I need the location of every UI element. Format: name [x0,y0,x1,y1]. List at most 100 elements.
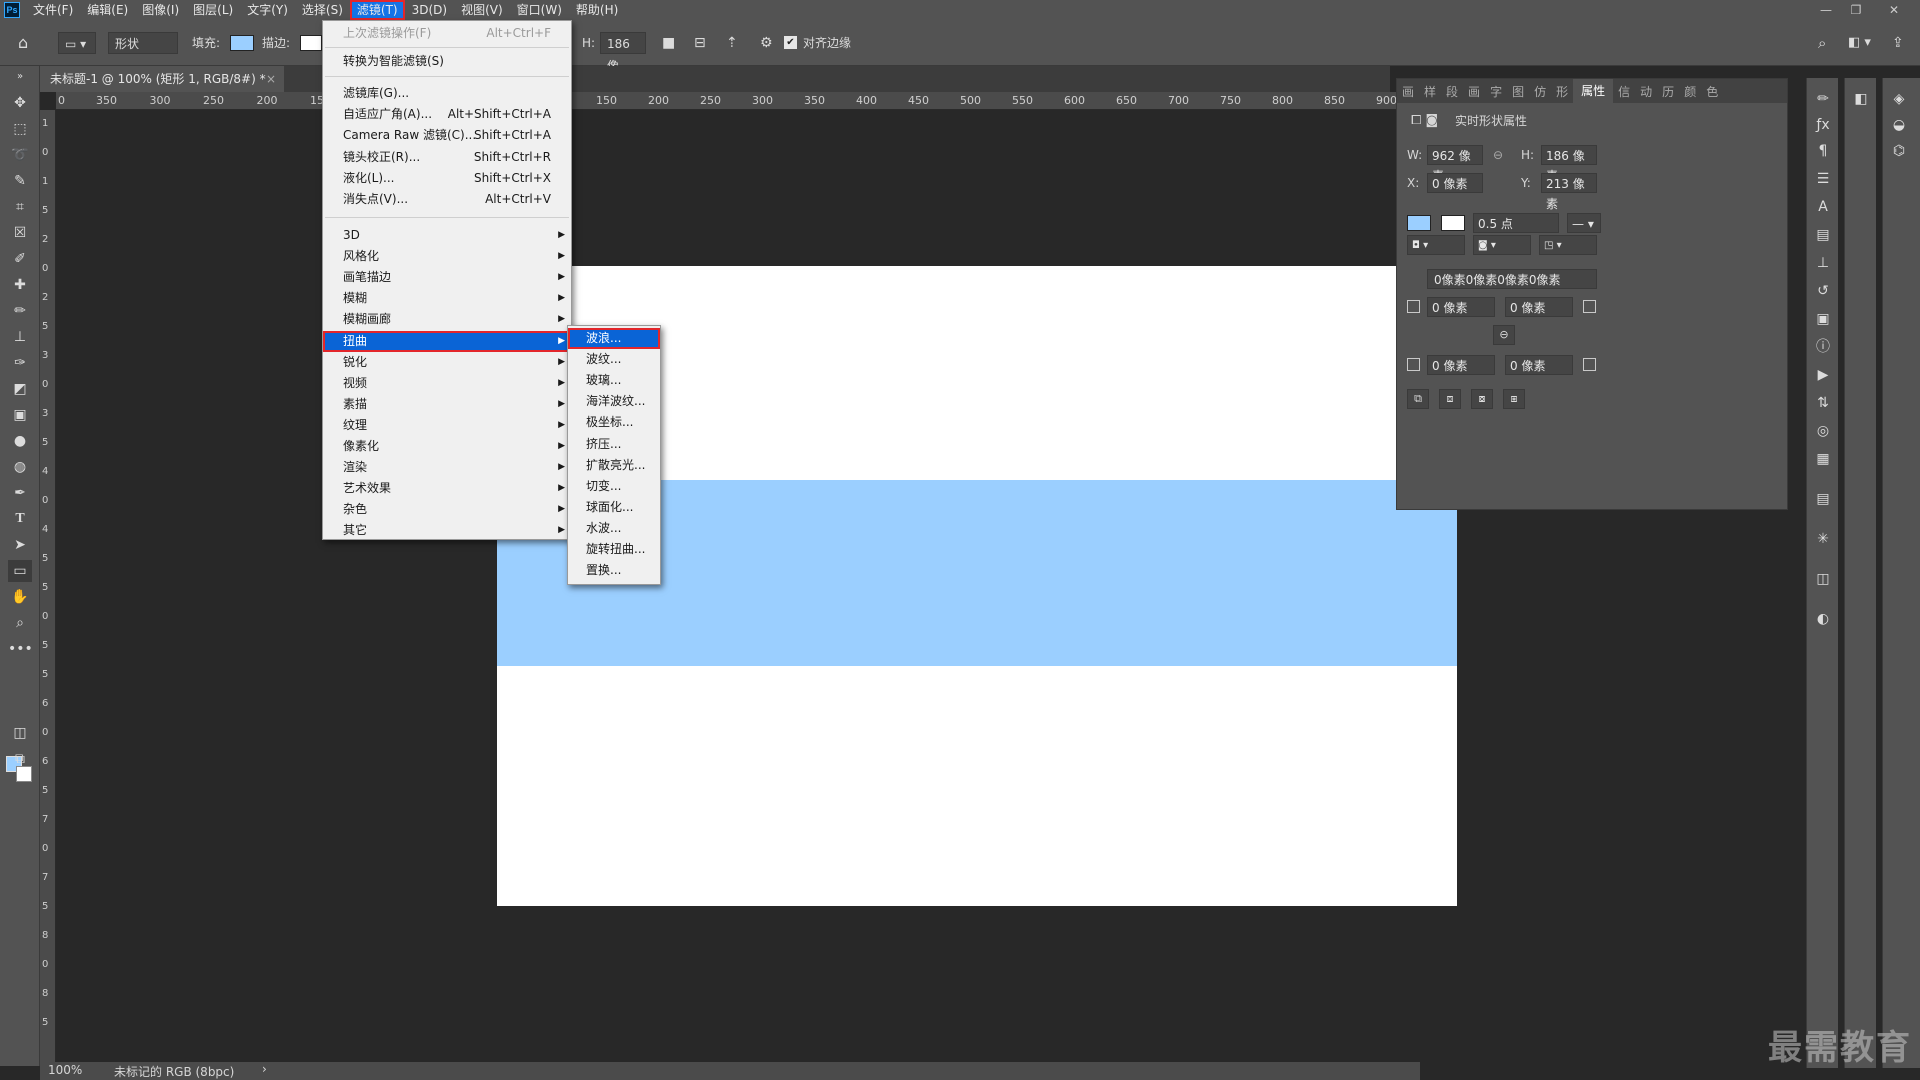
paths-icon[interactable]: ◒ [1887,114,1911,136]
layers-icon[interactable]: ◈ [1887,88,1911,110]
clone-stamp-icon[interactable]: ⊥ [8,326,32,348]
distort-menu-item[interactable]: 扩散亮光... [568,455,660,476]
panel-tab[interactable]: 历 [1657,83,1679,100]
panel-tab[interactable]: 信 [1613,83,1635,100]
distort-menu-item[interactable]: 球面化... [568,497,660,518]
timeline-icon[interactable]: ⇅ [1811,392,1835,414]
x-input[interactable]: 0 像素 [1427,173,1483,193]
filter-submenu-item[interactable]: 画笔描边 ▶ [323,267,571,288]
screen-mode-icon[interactable]: ⧉ [8,748,32,770]
filter-submenu-item[interactable]: 艺术效果 ▶ [323,478,571,499]
fill-swatch[interactable] [230,35,254,51]
notes-icon[interactable]: ▤ [1811,488,1835,510]
lasso-tool-icon[interactable]: ➰ [8,144,32,166]
height-input[interactable]: 186 像素 [1541,145,1597,183]
shape-mode-select[interactable]: 形状 [108,32,178,54]
brushes-icon[interactable]: ƒx [1811,114,1835,136]
zoom-tool-icon[interactable]: ⌕ [8,612,32,634]
actions-icon[interactable]: ▶ [1811,364,1835,386]
menu-select[interactable]: 选择(S) [295,0,350,20]
filter-menu-item[interactable]: 自适应广角(A)... Alt+Shift+Ctrl+A [323,104,571,125]
combine-shapes-icon[interactable]: ⧉ [1407,389,1429,409]
filter-submenu-item[interactable]: 像素化 ▶ [323,436,571,457]
properties-icon[interactable]: ▣ [1811,308,1835,330]
document-tab[interactable]: 未标题-1 @ 100% (矩形 1, RGB/8#) * × [40,66,284,92]
panel-tab[interactable]: 动 [1635,83,1657,100]
share-icon[interactable]: ⇪ [1892,32,1904,54]
healing-brush-icon[interactable]: ✚ [8,274,32,296]
filter-submenu-item[interactable]: 素描 ▶ [323,394,571,415]
eyedropper-tool-icon[interactable]: ✐ [8,248,32,270]
distort-menu-item[interactable]: 波浪... [568,328,660,349]
corner-tr-input[interactable]: 0 像素 [1505,297,1573,317]
panel-tab[interactable]: 画 [1397,83,1419,100]
panel-tab[interactable]: 形 [1551,83,1573,100]
distort-menu-item[interactable]: 水波... [568,518,660,539]
workspace-icon[interactable]: ◧ ▾ [1848,32,1871,54]
menu-filter[interactable]: 滤镜(T) [349,0,405,20]
restore-button[interactable]: ❐ [1842,0,1870,20]
minimize-button[interactable]: — [1812,0,1840,20]
brush-tool-icon[interactable]: ✏ [8,300,32,322]
panel-tab[interactable]: 段 [1441,83,1463,100]
menu-edit[interactable]: 编辑(E) [80,0,135,20]
distort-menu-item[interactable]: 海洋波纹... [568,391,660,412]
close-window-button[interactable]: ✕ [1880,0,1908,20]
link-icon[interactable]: ⊖ [1493,145,1503,165]
type-tool-icon[interactable]: T [8,508,32,530]
filter-submenu-item[interactable]: 模糊画廊 ▶ [323,309,571,330]
panel-tab[interactable]: 颜 [1679,83,1701,100]
adjustments-icon[interactable]: ☰ [1811,168,1835,190]
panel-tab[interactable]: 仿 [1529,83,1551,100]
marquee-tool-icon[interactable]: ⬚ [8,118,32,140]
menu-layer[interactable]: 图层(L) [186,0,240,20]
history-icon[interactable]: ↺ [1811,280,1835,302]
distort-menu-item[interactable]: 切变... [568,476,660,497]
more-tools-icon[interactable]: ••• [8,638,33,660]
stroke-width-input[interactable]: 0.5 点 [1473,213,1559,233]
channels-icon[interactable]: ◎ [1811,420,1835,442]
path-points-icon[interactable]: ⌬ [1887,140,1911,162]
menu-3d[interactable]: 3D(D) [405,0,454,20]
shape-stroke-swatch[interactable] [1441,215,1465,231]
distort-menu-item[interactable]: 旋转扭曲... [568,539,660,560]
blur-tool-icon[interactable]: ● [8,430,32,452]
filter-submenu-item[interactable]: 杂色 ▶ [323,499,571,520]
panel-tab[interactable]: 色 [1701,83,1723,100]
quick-select-tool-icon[interactable]: ✎ [8,170,32,192]
home-icon[interactable]: ⌂ [18,32,28,54]
gear-icon[interactable]: ⚙ [760,32,773,54]
quick-mask-icon[interactable]: ◫ [8,722,32,744]
stroke-swatch[interactable] [300,35,322,51]
paragraph-icon[interactable]: ¶ [1811,140,1835,162]
filter-submenu-item[interactable]: 渲染 ▶ [323,457,571,478]
corner-radius-all[interactable]: 0像素0像素0像素0像素 [1427,269,1597,289]
move-tool-icon[interactable]: ✥ [8,92,32,114]
distort-menu-item[interactable]: 玻璃... [568,370,660,391]
path-alignment-icon[interactable]: ⊟ [694,32,706,54]
search-icon[interactable]: ⌕ [1818,32,1826,54]
frame-tool-icon[interactable]: ☒ [8,222,32,244]
stroke-align-select[interactable]: ◘ ▾ [1407,235,1465,255]
filter-submenu-item[interactable]: 纹理 ▶ [323,415,571,436]
tables-icon[interactable]: ▦ [1811,448,1835,470]
menu-type[interactable]: 文字(Y) [240,0,295,20]
panel-tab[interactable]: 字 [1485,83,1507,100]
eraser-tool-icon[interactable]: ◩ [8,378,32,400]
corner-bl-input[interactable]: 0 像素 [1427,355,1495,375]
filter-menu-item[interactable]: 液化(L)... Shift+Ctrl+X [323,168,571,189]
panel-tab[interactable]: 图 [1507,83,1529,100]
filter-submenu-item[interactable]: 扭曲 ▶ [323,330,571,352]
filter-menu-item[interactable]: 镜头校正(R)... Shift+Ctrl+R [323,147,571,168]
brush-settings-icon[interactable]: ✏ [1811,88,1835,110]
subtract-shape-icon[interactable]: ⧈ [1439,389,1461,409]
dodge-tool-icon[interactable]: ◍ [8,456,32,478]
clone-source-icon[interactable]: ⊥ [1811,252,1835,274]
menu-window[interactable]: 窗口(W) [510,0,569,20]
filter-submenu-item[interactable]: 其它 ▶ [323,520,571,541]
corner-tl-input[interactable]: 0 像素 [1427,297,1495,317]
distort-menu-item[interactable]: 挤压... [568,434,660,455]
info-icon[interactable]: ⓘ [1811,336,1835,358]
shape-fill-swatch[interactable] [1407,215,1431,231]
close-document-icon[interactable]: × [266,66,276,92]
